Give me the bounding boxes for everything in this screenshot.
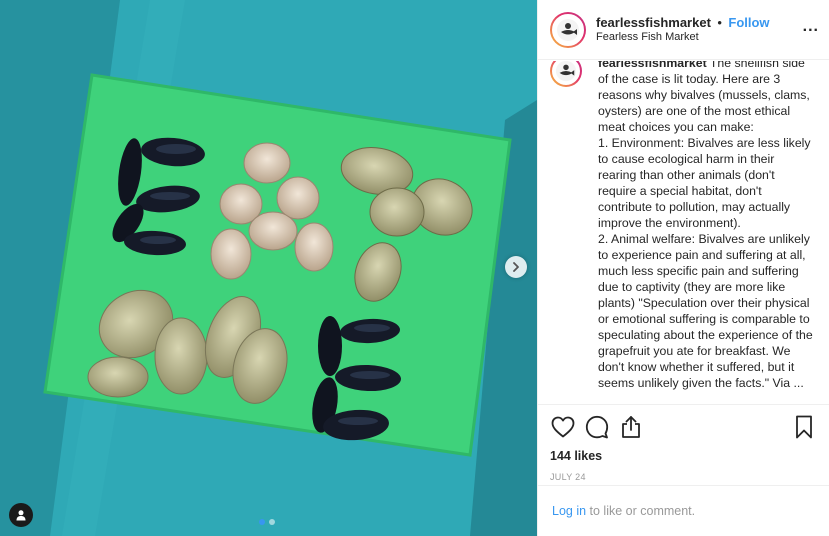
follow-button[interactable]: Follow	[728, 15, 769, 30]
caption-row: fearlessfishmarket The shellfish side of…	[538, 61, 829, 391]
save-button[interactable]	[791, 414, 817, 440]
separator-bullet: •	[717, 14, 722, 30]
username-link[interactable]: fearlessfishmarket	[596, 15, 711, 30]
avatar[interactable]	[550, 11, 586, 48]
caption-body: The shellfish side of the case is lit to…	[598, 61, 813, 390]
caption-username[interactable]: fearlessfishmarket	[598, 61, 707, 70]
login-prompt-text: to like or comment.	[586, 504, 696, 518]
next-slide-button[interactable]	[505, 256, 527, 278]
bookmark-icon	[796, 415, 812, 439]
login-prompt: Log in to like or comment.	[538, 485, 829, 536]
post-media[interactable]	[0, 0, 537, 536]
share-icon	[622, 416, 640, 438]
login-link[interactable]: Log in	[552, 504, 586, 518]
share-button[interactable]	[618, 414, 644, 440]
heart-icon	[551, 416, 575, 438]
post-panel: fearlessfishmarket • Follow Fearless Fis…	[537, 0, 829, 536]
caption-text: fearlessfishmarket The shellfish side of…	[598, 61, 814, 391]
carousel-dot	[269, 519, 275, 525]
post-header: fearlessfishmarket • Follow Fearless Fis…	[538, 0, 829, 60]
like-button[interactable]	[550, 414, 576, 440]
user-tags-button[interactable]	[9, 503, 33, 527]
comment-button[interactable]	[584, 414, 610, 440]
caption-avatar[interactable]	[550, 61, 582, 87]
carousel-indicator	[259, 519, 275, 525]
post-actions: 144 likes JULY 24	[538, 404, 829, 482]
user-tag-icon	[16, 510, 26, 521]
location-link[interactable]: Fearless Fish Market	[596, 30, 770, 45]
likes-count[interactable]: 144 likes	[550, 449, 817, 463]
comments-area[interactable]: fearlessfishmarket The shellfish side of…	[538, 61, 829, 403]
chevron-right-icon	[513, 262, 519, 272]
comment-icon	[585, 415, 609, 439]
shellfish-photo	[0, 0, 537, 536]
post-date[interactable]: JULY 24	[550, 472, 817, 482]
fish-logo-icon	[555, 61, 577, 82]
carousel-dot	[259, 519, 265, 525]
fish-logo-icon	[557, 18, 579, 41]
more-options-button[interactable]: ...	[803, 19, 819, 35]
